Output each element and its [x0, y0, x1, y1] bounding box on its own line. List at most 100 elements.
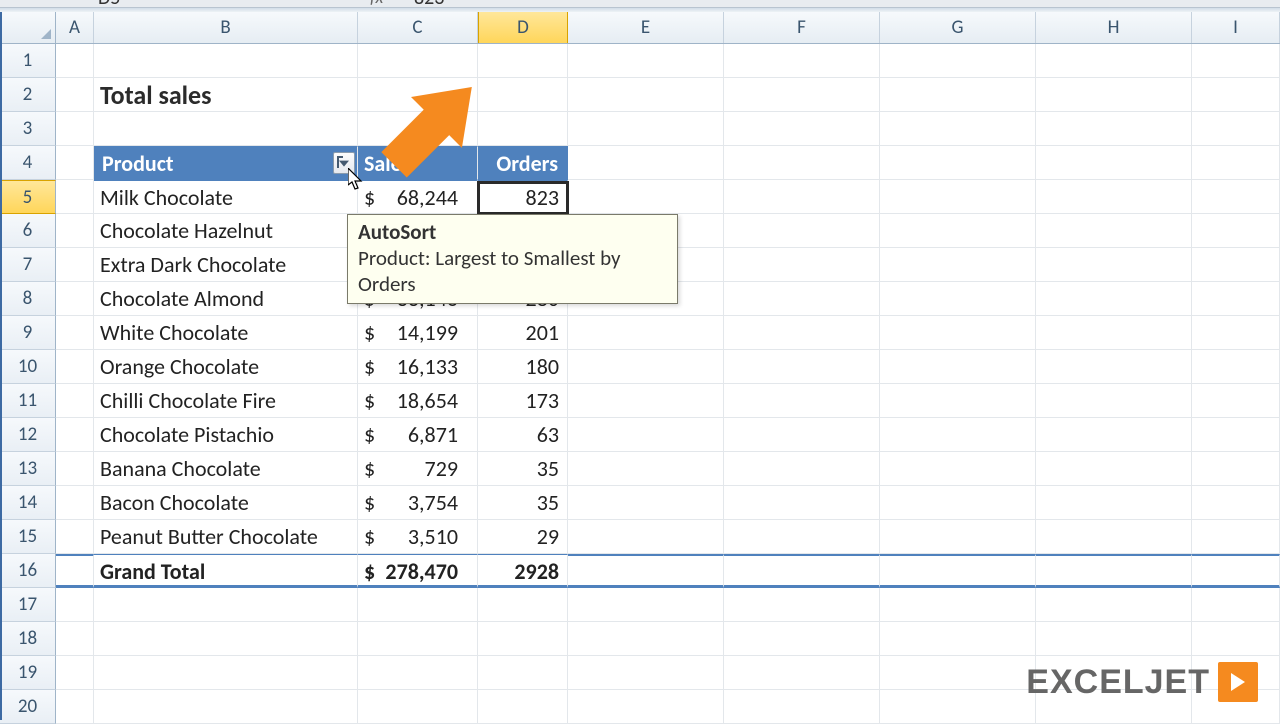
cell[interactable]: $18,654	[358, 384, 478, 418]
select-all-corner[interactable]	[0, 12, 56, 43]
row-header[interactable]: 10	[0, 350, 56, 384]
product-name[interactable]: Banana Chocolate	[94, 452, 358, 486]
cell[interactable]	[880, 588, 1036, 622]
cell[interactable]	[56, 146, 94, 180]
cell[interactable]	[880, 520, 1036, 554]
cell[interactable]	[568, 656, 724, 690]
cell[interactable]	[724, 146, 880, 180]
cell[interactable]	[880, 384, 1036, 418]
cell[interactable]	[56, 690, 94, 724]
cell[interactable]: $278,470	[358, 554, 478, 588]
cell[interactable]: 180	[478, 350, 568, 384]
cell[interactable]	[1036, 418, 1192, 452]
row-header[interactable]: 6	[0, 214, 56, 248]
cell[interactable]	[1036, 78, 1192, 112]
cell[interactable]	[724, 486, 880, 520]
cell[interactable]: $6,871	[358, 418, 478, 452]
row-header[interactable]: 8	[0, 282, 56, 316]
cell[interactable]	[94, 622, 358, 656]
cell[interactable]	[568, 554, 724, 588]
row-header[interactable]: 4	[0, 146, 56, 180]
pivot-header-orders[interactable]: Orders	[478, 146, 568, 180]
cell[interactable]	[880, 180, 1036, 214]
cell[interactable]	[1192, 146, 1280, 180]
cell[interactable]	[1036, 180, 1192, 214]
row-header[interactable]: 5	[0, 180, 56, 214]
cell[interactable]: 2928	[478, 554, 568, 588]
cell[interactable]	[880, 214, 1036, 248]
product-name[interactable]: Orange Chocolate	[94, 350, 358, 384]
cell[interactable]	[358, 690, 478, 724]
row-header[interactable]: 15	[0, 520, 56, 554]
cell[interactable]	[1192, 486, 1280, 520]
cell[interactable]	[1192, 588, 1280, 622]
cell[interactable]	[724, 112, 880, 146]
row-header[interactable]: 3	[0, 112, 56, 146]
row-header[interactable]: 17	[0, 588, 56, 622]
cell[interactable]	[568, 44, 724, 78]
cell[interactable]	[724, 282, 880, 316]
row-header[interactable]: 14	[0, 486, 56, 520]
cell[interactable]	[724, 384, 880, 418]
cell[interactable]: 823	[478, 180, 568, 214]
cell[interactable]	[724, 418, 880, 452]
cell[interactable]	[1192, 78, 1280, 112]
cell[interactable]	[56, 180, 94, 214]
row-header[interactable]: 18	[0, 622, 56, 656]
cell[interactable]	[724, 350, 880, 384]
cell[interactable]	[358, 44, 478, 78]
product-name[interactable]: Chocolate Hazelnut	[94, 214, 358, 248]
cell[interactable]	[880, 248, 1036, 282]
cell[interactable]	[94, 44, 358, 78]
cell[interactable]	[568, 520, 724, 554]
cell[interactable]	[1036, 520, 1192, 554]
cell[interactable]	[56, 486, 94, 520]
cell[interactable]	[94, 656, 358, 690]
col-header[interactable]: B	[94, 12, 358, 43]
cell[interactable]	[1192, 316, 1280, 350]
cell[interactable]	[358, 622, 478, 656]
cell[interactable]	[1036, 44, 1192, 78]
cell[interactable]	[1036, 486, 1192, 520]
row-header[interactable]: 20	[0, 690, 56, 724]
product-name[interactable]: Peanut Butter Chocolate	[94, 520, 358, 554]
cell[interactable]	[478, 622, 568, 656]
cell[interactable]	[724, 180, 880, 214]
cell[interactable]	[568, 316, 724, 350]
cell[interactable]	[478, 656, 568, 690]
cell[interactable]	[724, 656, 880, 690]
cell[interactable]: $729	[358, 452, 478, 486]
cell[interactable]	[880, 282, 1036, 316]
cell[interactable]	[568, 146, 724, 180]
cell[interactable]	[1036, 112, 1192, 146]
row-header[interactable]: 19	[0, 656, 56, 690]
cell[interactable]	[94, 690, 358, 724]
grand-total-label[interactable]: Grand Total	[94, 554, 358, 588]
cell[interactable]	[1036, 350, 1192, 384]
product-name[interactable]: Milk Chocolate	[94, 180, 358, 214]
cell[interactable]	[724, 316, 880, 350]
cell[interactable]	[358, 112, 478, 146]
cell[interactable]	[568, 418, 724, 452]
row-header[interactable]: 13	[0, 452, 56, 486]
cell[interactable]	[880, 44, 1036, 78]
cell[interactable]	[56, 350, 94, 384]
cell[interactable]: 173	[478, 384, 568, 418]
cell[interactable]	[478, 690, 568, 724]
cell[interactable]	[568, 384, 724, 418]
cell[interactable]	[358, 78, 478, 112]
cell[interactable]	[1192, 622, 1280, 656]
cell[interactable]	[1192, 452, 1280, 486]
cell[interactable]	[1192, 554, 1280, 588]
product-name[interactable]: Chilli Chocolate Fire	[94, 384, 358, 418]
cell[interactable]	[880, 452, 1036, 486]
cell[interactable]	[94, 112, 358, 146]
cell[interactable]	[724, 520, 880, 554]
cell[interactable]	[1036, 622, 1192, 656]
cell[interactable]	[1192, 248, 1280, 282]
cell[interactable]	[724, 690, 880, 724]
cell[interactable]	[568, 112, 724, 146]
col-header[interactable]: C	[358, 12, 478, 43]
cell[interactable]: 63	[478, 418, 568, 452]
cell[interactable]: $68,244	[358, 180, 478, 214]
